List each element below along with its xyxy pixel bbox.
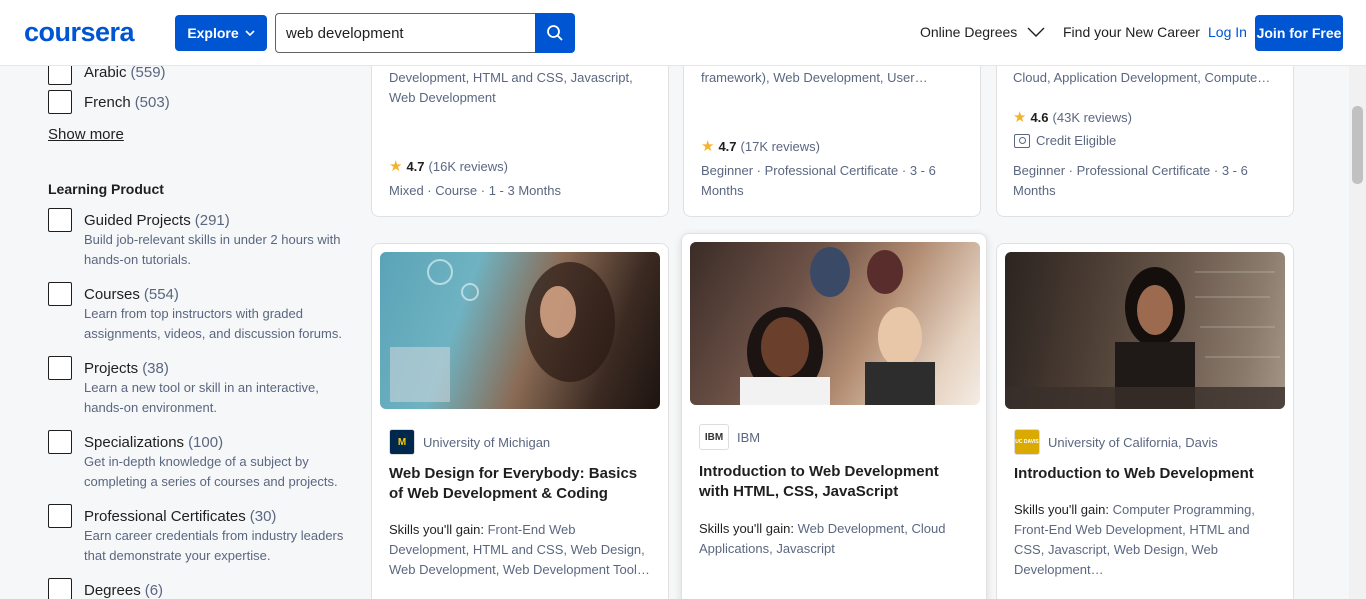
course-image	[1005, 252, 1285, 409]
card-skills-text: framework), Web Development, User…	[701, 70, 928, 85]
card-skills-text: Cloud, Application Development, Compute…	[1013, 70, 1271, 85]
chevron-down-icon	[1027, 27, 1045, 37]
course-card[interactable]: IBM IBM Introduction to Web Development …	[681, 233, 987, 599]
checkbox-french[interactable]	[48, 90, 72, 114]
card-meta: Beginner · Professional Certificate · 3 …	[701, 163, 936, 198]
card-skills-text: Development, HTML and CSS, Javascript, W…	[389, 70, 633, 105]
course-card[interactable]: UC DAVIS University of California, Davis…	[996, 243, 1294, 599]
course-card[interactable]: M University of Michigan Web Design for …	[371, 243, 669, 599]
partner-info: M University of Michigan	[389, 429, 550, 455]
michigan-logo: M	[389, 429, 415, 455]
login-link[interactable]: Log In	[1208, 24, 1247, 40]
filter-desc-courses: Learn from top instructors with graded a…	[84, 306, 342, 341]
search-button[interactable]	[535, 13, 575, 53]
card-meta: Beginner · Professional Certificate · 3 …	[1013, 163, 1248, 198]
filter-label-guided-projects: Guided Projects (291)	[84, 212, 230, 229]
course-image-art	[1005, 267, 1285, 409]
ucdavis-logo: UC DAVIS	[1014, 429, 1040, 455]
course-image	[690, 242, 980, 405]
search-icon	[547, 25, 563, 41]
card-skills: Skills you'll gain: Web Development, Clo…	[699, 521, 946, 556]
credit-icon	[1014, 133, 1030, 148]
filter-label-french: French (503)	[84, 94, 170, 111]
filter-label-degrees: Degrees (6)	[84, 582, 164, 599]
online-degrees-menu[interactable]: Online Degrees	[920, 24, 1045, 40]
filter-label-projects: Projects (38)	[84, 360, 169, 377]
checkbox-professional-certificates[interactable]	[48, 504, 72, 528]
chevron-down-icon	[245, 30, 255, 36]
coursera-logo[interactable]: coursera	[24, 17, 135, 48]
checkbox-guided-projects[interactable]	[48, 208, 72, 232]
course-title[interactable]: Web Design for Everybody: Basics of Web …	[389, 464, 649, 504]
partner-name: University of California, Davis	[1048, 434, 1218, 450]
course-title[interactable]: Introduction to Web Development	[1014, 464, 1274, 484]
learning-product-title: Learning Product	[48, 181, 164, 197]
course-card[interactable]: Cloud, Application Development, Compute……	[996, 40, 1294, 217]
checkbox-degrees[interactable]	[48, 578, 72, 599]
ibm-logo: IBM	[699, 424, 729, 450]
card-skills: Skills you'll gain: Computer Programming…	[1014, 502, 1255, 577]
filter-label-courses: Courses (554)	[84, 286, 179, 303]
star-icon: ★	[389, 158, 403, 175]
card-rating: ★ 4.6 (43K reviews)	[1013, 109, 1132, 126]
card-rating: ★ 4.7 (16K reviews)	[389, 158, 508, 175]
course-image	[380, 252, 660, 409]
explore-label: Explore	[187, 25, 239, 41]
online-degrees-label: Online Degrees	[920, 24, 1018, 40]
explore-button[interactable]: Explore	[175, 15, 267, 51]
card-meta: Mixed · Course · 1 - 3 Months	[389, 183, 561, 198]
filter-desc-guided-projects: Build job-relevant skills in under 2 hou…	[84, 232, 341, 267]
card-rating: ★ 4.7 (17K reviews)	[701, 138, 820, 155]
show-more-link[interactable]: Show more	[48, 126, 124, 143]
star-icon: ★	[701, 138, 715, 155]
course-title[interactable]: Introduction to Web Development with HTM…	[699, 462, 969, 502]
filter-label-professional-certificates: Professional Certificates (30)	[84, 508, 277, 525]
partner-name: University of Michigan	[423, 434, 551, 450]
filter-desc-specializations: Get in-depth knowledge of a subject by c…	[84, 454, 338, 489]
card-skills: Skills you'll gain: Front-End Web Develo…	[389, 522, 650, 577]
checkbox-courses[interactable]	[48, 282, 72, 306]
partner-name: IBM	[737, 429, 761, 445]
course-card[interactable]: framework), Web Development, User… ★ 4.7(…	[683, 40, 981, 217]
filter-label-specializations: Specializations (100)	[84, 434, 224, 451]
course-card[interactable]: Development, HTML and CSS, Javascript, W…	[371, 40, 669, 217]
checkbox-projects[interactable]	[48, 356, 72, 380]
course-image-art	[390, 259, 615, 402]
find-career-link[interactable]: Find your New Career	[1063, 24, 1200, 40]
top-header: coursera Explore Online Degrees Find you…	[0, 0, 1366, 66]
star-icon: ★	[1013, 109, 1027, 126]
filter-desc-professional-certificates: Earn career credentials from industry le…	[84, 528, 344, 563]
search-input[interactable]	[275, 13, 535, 53]
join-button[interactable]: Join for Free	[1255, 15, 1343, 51]
checkbox-specializations[interactable]	[48, 430, 72, 454]
scrollbar-thumb[interactable]	[1352, 106, 1363, 184]
partner-info: IBM IBM	[699, 424, 760, 450]
filter-label-arabic: Arabic (559)	[84, 64, 166, 81]
credit-eligible-badge: Credit Eligible	[1014, 133, 1116, 148]
filter-desc-projects: Learn a new tool or skill in an interact…	[84, 380, 319, 415]
course-image-art	[740, 247, 935, 405]
partner-info: UC DAVIS University of California, Davis	[1014, 429, 1218, 455]
